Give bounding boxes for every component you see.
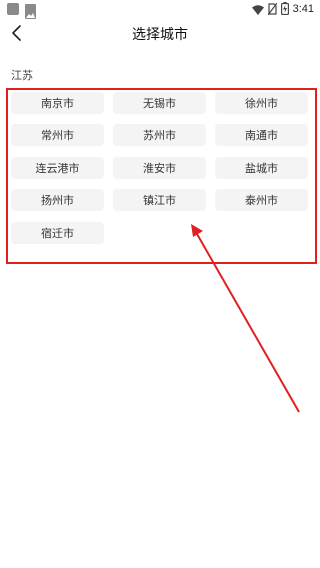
- status-notifications: [7, 3, 36, 19]
- page-title: 选择城市: [132, 27, 188, 43]
- annotation-arrow: [191, 224, 300, 413]
- city-button[interactable]: 常州市: [11, 124, 104, 146]
- city-button[interactable]: 连云港市: [11, 157, 104, 179]
- battery-charging-icon: [280, 0, 289, 19]
- status-time: 3:41: [292, 3, 314, 15]
- image-notification-icon: [25, 4, 36, 19]
- city-button[interactable]: 徐州市: [215, 92, 308, 114]
- city-button[interactable]: 淮安市: [113, 157, 206, 179]
- status-bar: 3:41: [0, 0, 320, 19]
- app-notification-icon: [7, 3, 19, 15]
- no-sim-icon: [267, 0, 278, 19]
- city-button[interactable]: 南京市: [11, 92, 104, 114]
- wifi-icon: [251, 0, 264, 19]
- city-button[interactable]: 宿迁市: [11, 222, 104, 244]
- header-bar: 选择城市: [0, 18, 320, 48]
- city-button[interactable]: 盐城市: [215, 157, 308, 179]
- status-system: 3:41: [251, 0, 314, 19]
- city-button[interactable]: 扬州市: [11, 189, 104, 211]
- city-button[interactable]: 无锡市: [113, 92, 206, 114]
- city-button[interactable]: 泰州市: [215, 189, 308, 211]
- city-button[interactable]: 苏州市: [113, 124, 206, 146]
- province-label: 江苏: [11, 69, 33, 82]
- city-button[interactable]: 南通市: [215, 124, 308, 146]
- city-button[interactable]: 镇江市: [113, 189, 206, 211]
